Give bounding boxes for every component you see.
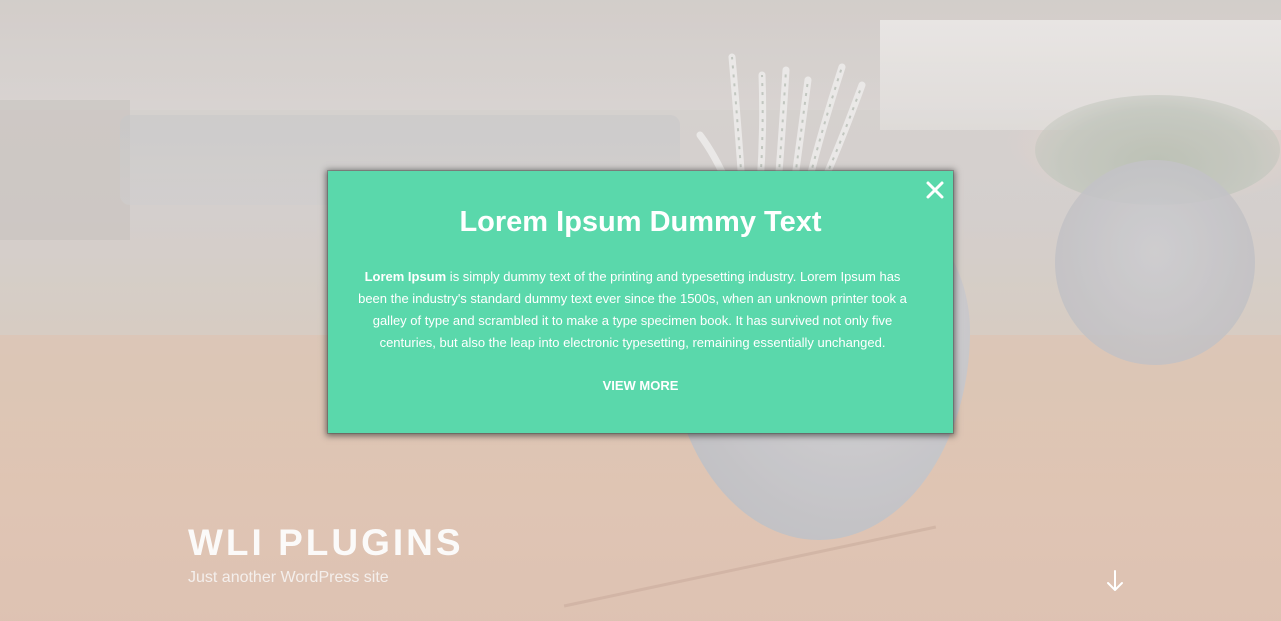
close-icon bbox=[926, 181, 944, 199]
site-title[interactable]: WLI PLUGINS bbox=[188, 522, 464, 564]
popup-title: Lorem Ipsum Dummy Text bbox=[459, 206, 822, 238]
popup-body: Lorem Ipsum is simply dummy text of the … bbox=[350, 266, 915, 354]
popup-modal: Lorem Ipsum Dummy Text Lorem Ipsum is si… bbox=[328, 171, 953, 433]
scroll-down-button[interactable] bbox=[1104, 569, 1126, 593]
site-tagline: Just another WordPress site bbox=[188, 569, 389, 586]
popup-close-button[interactable] bbox=[925, 180, 945, 200]
view-more-link[interactable]: VIEW MORE bbox=[328, 377, 953, 395]
popup-body-strong: Lorem Ipsum bbox=[364, 269, 447, 284]
arrow-down-icon bbox=[1107, 570, 1123, 591]
